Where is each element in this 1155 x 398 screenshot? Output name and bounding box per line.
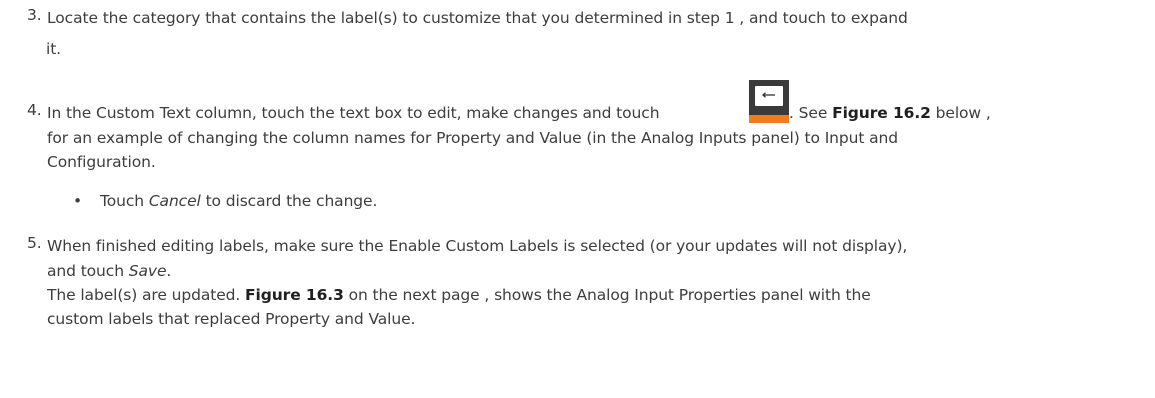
save-term: Save: [128, 262, 167, 280]
step-line: When finished editing labels, make sure …: [47, 237, 908, 255]
step-text: When finished editing labels, make sure …: [47, 234, 1147, 259]
step-text-segment: below ,: [930, 104, 991, 122]
bullet-text: Touch Cancel to discard the change.: [100, 192, 377, 210]
step-text: and touch Save.: [47, 259, 1147, 284]
step-number: 4.: [27, 101, 42, 119]
step-text-segment: .: [166, 262, 172, 280]
step-text-segment: . See: [789, 104, 833, 122]
enter-key-icon-accent: [749, 115, 789, 123]
figure-ref-wrap: . See Figure 16.2 below ,: [789, 101, 991, 126]
step-text: The label(s) are updated. Figure 16.3 on…: [47, 283, 1147, 308]
step-number: 3.: [27, 6, 42, 24]
step-text: custom labels that replaced Property and…: [47, 307, 1147, 332]
step-text: In the Custom Text column, touch the tex…: [47, 80, 1147, 126]
step-text: Configuration.: [47, 150, 1147, 175]
bullet-post: to discard the change.: [200, 192, 378, 210]
bullet-pre: Touch: [100, 192, 149, 210]
cancel-term: Cancel: [148, 192, 201, 210]
step-text-segment: on the next page , shows the Analog Inpu…: [343, 286, 871, 304]
step-line: for an example of changing the column na…: [47, 129, 899, 147]
step-text-segment: In the Custom Text column, touch the tex…: [47, 104, 660, 122]
step-line: Configuration.: [47, 153, 156, 171]
enter-key-icon: [749, 80, 789, 123]
bullet-symbol: •: [73, 192, 83, 210]
step-text: it.: [46, 37, 1147, 62]
figure-16-3-ref: Figure 16.3: [245, 286, 344, 304]
step-number: 5.: [27, 234, 42, 252]
step-text-segment: The label(s) are updated.: [47, 286, 246, 304]
step-line: Locate the category that contains the la…: [47, 9, 908, 27]
step-text: Locate the category that contains the la…: [47, 6, 1147, 31]
step-text: for an example of changing the column na…: [47, 126, 1147, 151]
step-text-segment: and touch: [47, 262, 129, 280]
figure-16-2-ref: Figure 16.2: [832, 104, 931, 122]
step-line: it.: [46, 40, 62, 58]
step-line: custom labels that replaced Property and…: [47, 310, 416, 328]
